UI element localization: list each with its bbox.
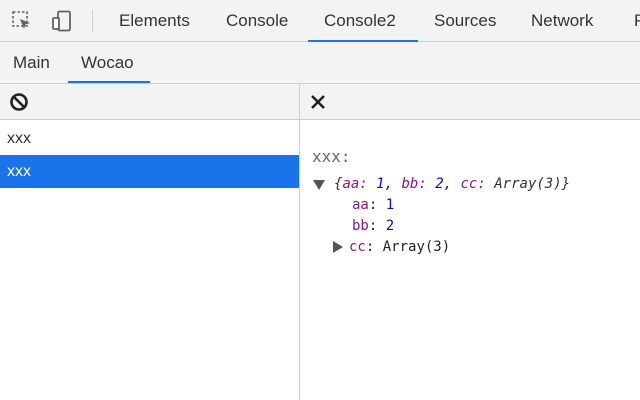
tab-sources[interactable]: Sources: [434, 0, 496, 42]
devtools-window: Elements Console Console2 Sources Networ…: [0, 0, 640, 400]
tab-console2[interactable]: Console2: [324, 0, 396, 42]
property-separator: :: [368, 218, 378, 234]
expand-array-toggle[interactable]: [333, 241, 343, 253]
inspect-element-icon[interactable]: [11, 10, 33, 32]
tab-network[interactable]: Network: [531, 0, 593, 42]
list-item-selected[interactable]: xxx: [0, 155, 299, 188]
property-row-aa: aa: 1: [352, 197, 394, 213]
expand-object-toggle[interactable]: [313, 180, 325, 190]
subtab-main[interactable]: Main: [13, 42, 50, 83]
property-value: Array(3): [382, 239, 451, 255]
property-separator: :: [365, 239, 375, 255]
property-separator: :: [368, 197, 378, 213]
tab-console[interactable]: Console: [226, 0, 288, 42]
active-subtab-indicator: [68, 81, 150, 83]
property-value: 2: [385, 218, 395, 234]
preview-key-aa: aa:: [342, 176, 368, 192]
message-detail-pane: xxx: {aa: 1, bb: 2, cc: Array(3)} aa: 1 …: [300, 84, 640, 400]
preview-key-cc: cc:: [460, 176, 486, 192]
message-list-pane: xxx xxx: [0, 84, 300, 400]
list-item[interactable]: xxx: [0, 122, 299, 155]
device-toolbar-icon[interactable]: [51, 10, 73, 32]
main-tab-bar: Elements Console Console2 Sources Networ…: [0, 0, 640, 42]
clear-console-icon[interactable]: [9, 92, 29, 112]
property-key: cc: [349, 239, 366, 255]
property-row-bb: bb: 2: [352, 218, 394, 234]
preview-key-bb: bb:: [401, 176, 427, 192]
list-toolbar: [0, 84, 299, 120]
sub-tab-bar: Main Wocao: [0, 42, 640, 84]
object-preview[interactable]: {aa: 1, bb: 2, cc: Array(3)}: [334, 176, 570, 192]
preview-value-bb: 2,: [435, 176, 453, 192]
tab-overflow[interactable]: P: [634, 0, 640, 42]
tab-elements[interactable]: Elements: [119, 0, 190, 42]
preview-value-cc: Array(3)}: [494, 176, 571, 192]
preview-value-aa: 1,: [376, 176, 394, 192]
subtab-wocao[interactable]: Wocao: [81, 42, 134, 83]
property-key: bb: [352, 218, 369, 234]
property-key: aa: [352, 197, 369, 213]
property-value: 1: [385, 197, 395, 213]
log-label: xxx:: [312, 147, 351, 166]
toolbar-divider: [92, 10, 93, 32]
detail-toolbar: [300, 84, 640, 120]
close-icon[interactable]: [309, 93, 327, 111]
property-row-cc[interactable]: cc: Array(3): [349, 239, 450, 255]
